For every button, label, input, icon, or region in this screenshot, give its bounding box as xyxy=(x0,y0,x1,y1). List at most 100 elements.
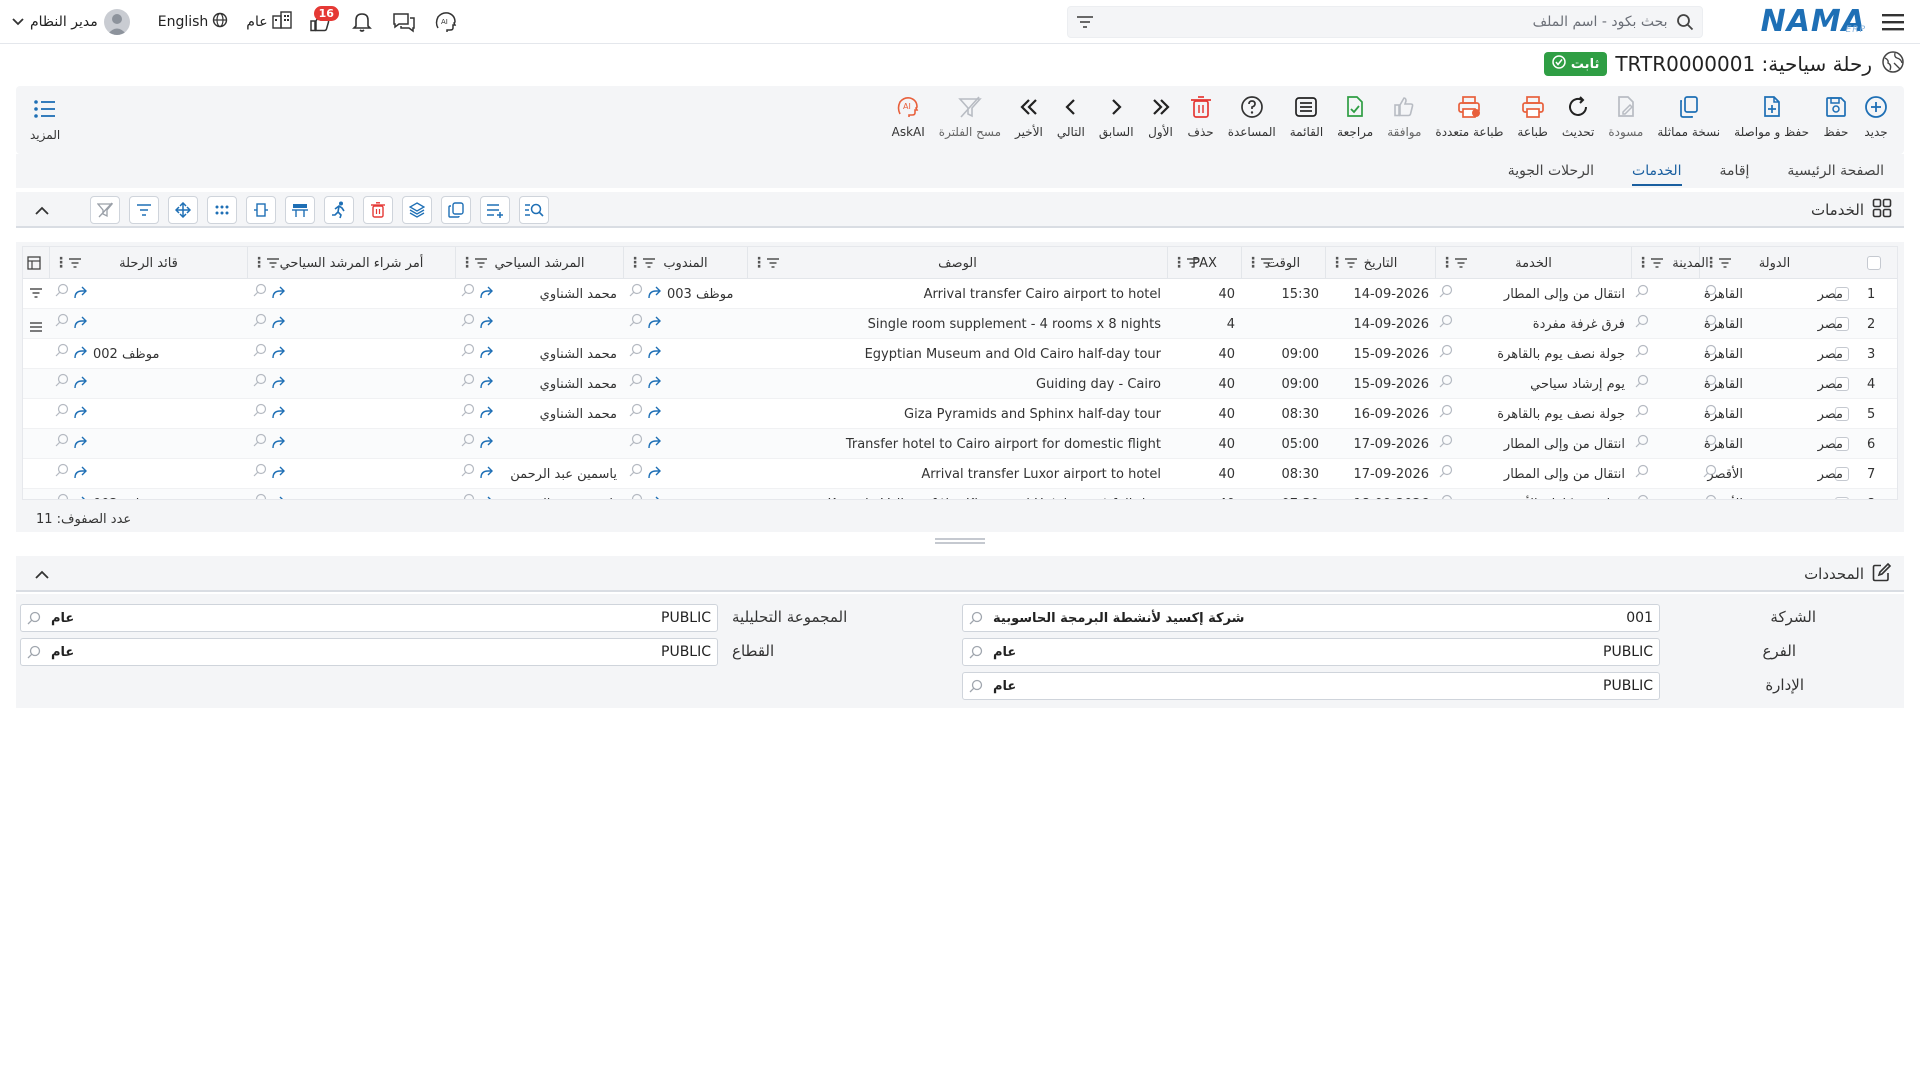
search-input[interactable] xyxy=(1101,14,1668,30)
panel-splitter[interactable] xyxy=(935,538,985,544)
open-link-icon[interactable] xyxy=(647,465,663,483)
open-link-icon[interactable] xyxy=(271,495,287,499)
chat-icon[interactable] xyxy=(390,8,418,36)
open-link-icon[interactable] xyxy=(479,495,495,499)
grid-filter-button[interactable] xyxy=(129,196,159,224)
lookup-icon[interactable] xyxy=(461,463,475,481)
column-filter-icon[interactable] xyxy=(68,257,247,273)
plus-circle-button[interactable]: جديد xyxy=(1856,94,1896,139)
column-filter-icon[interactable] xyxy=(266,257,455,273)
lookup-icon[interactable] xyxy=(461,313,475,331)
lookup-icon[interactable] xyxy=(55,463,69,481)
table-row[interactable]: 1 مصر القاهرة انتقال من وإلى المطار 14-09-20… xyxy=(23,279,1897,309)
col-description-cell[interactable]: Karnak, Valley of the Kings and Hatsheps… xyxy=(747,489,1167,500)
col-date-cell[interactable]: 17-09-2026 xyxy=(1325,459,1435,489)
column-menu-icon[interactable]: ⋮ xyxy=(1246,256,1260,270)
lookup-icon[interactable] xyxy=(1635,404,1649,422)
open-link-icon[interactable] xyxy=(647,375,663,393)
lookup-icon[interactable] xyxy=(629,283,643,301)
col-description-cell[interactable]: Arrival transfer Luxor airport to hotel xyxy=(747,459,1167,489)
lookup-icon[interactable] xyxy=(629,493,643,499)
lookup-icon[interactable] xyxy=(629,313,643,331)
dots-grid-button[interactable] xyxy=(207,196,237,224)
lookup-icon[interactable] xyxy=(1439,494,1453,499)
table-row[interactable]: 7 مصر الأقصر انتقال من وإلى المطار 17-09-202… xyxy=(23,459,1897,489)
print-button[interactable]: طباعة xyxy=(1510,94,1554,139)
select-all-checkbox[interactable] xyxy=(1867,256,1881,270)
open-link-icon[interactable] xyxy=(73,375,89,393)
col-time-cell[interactable]: 08:30 xyxy=(1241,399,1325,429)
table-row[interactable]: 4 مصر القاهرة يوم إرشاد سياحي 15-09-2026 09:0… xyxy=(23,369,1897,399)
col-service-cell[interactable]: انتقال من وإلى المطار xyxy=(1435,459,1631,489)
col-time-cell[interactable]: 08:30 xyxy=(1241,459,1325,489)
column-filter-icon[interactable] xyxy=(1186,257,1241,273)
lookup-icon[interactable] xyxy=(253,493,267,499)
lookup-icon[interactable] xyxy=(1439,374,1453,392)
thumbs-up-button[interactable]: موافقة xyxy=(1380,94,1428,139)
draft-button[interactable]: مسودة xyxy=(1601,94,1650,139)
col-date-header[interactable]: التاريخ ⋮ xyxy=(1325,247,1435,279)
lookup-icon[interactable] xyxy=(1635,464,1649,482)
lookup-icon[interactable] xyxy=(1439,344,1453,362)
side-menu-icon[interactable] xyxy=(29,321,43,337)
col-service-header[interactable]: الخدمة ⋮ xyxy=(1435,247,1631,279)
col-service-cell[interactable]: فرق غرفة مفردة xyxy=(1435,309,1631,339)
column-width-button[interactable] xyxy=(246,196,276,224)
col-description-header[interactable]: الوصف ⋮ xyxy=(747,247,1167,279)
lookup-icon[interactable] xyxy=(55,493,69,499)
col-service-cell[interactable]: يوم إرشاد سياحي xyxy=(1435,369,1631,399)
run-button[interactable] xyxy=(324,196,354,224)
column-filter-icon[interactable] xyxy=(474,257,623,273)
col-time-cell[interactable] xyxy=(1241,309,1325,339)
lookup-icon[interactable] xyxy=(1635,284,1649,302)
col-description-cell[interactable]: Guiding day - Cairo xyxy=(747,369,1167,399)
tab-home[interactable]: الصفحة الرئيسية xyxy=(1787,154,1884,188)
multi-print-button[interactable]: طباعة متعددة xyxy=(1428,94,1510,139)
lookup-icon[interactable] xyxy=(629,463,643,481)
lookup-icon[interactable] xyxy=(55,373,69,391)
next-button[interactable]: التالي xyxy=(1050,94,1092,139)
lookup-icon[interactable] xyxy=(461,283,475,301)
lookup-icon[interactable] xyxy=(1635,494,1649,499)
global-search[interactable] xyxy=(1066,6,1703,38)
column-menu-icon[interactable]: ⋮ xyxy=(1172,256,1186,270)
lookup-icon[interactable] xyxy=(461,343,475,361)
open-link-icon[interactable] xyxy=(271,285,287,303)
lookup-icon[interactable] xyxy=(461,373,475,391)
col-description-cell[interactable]: Egyptian Museum and Old Cairo half-day t… xyxy=(747,339,1167,369)
column-filter-icon[interactable] xyxy=(1260,257,1325,273)
col-time-cell[interactable]: 07:30 xyxy=(1241,489,1325,500)
lookup-icon[interactable] xyxy=(55,343,69,361)
lookup-icon[interactable] xyxy=(1635,314,1649,332)
col-trip-leader-header[interactable]: قائد الرحلة ⋮ xyxy=(49,247,247,279)
col-tour-guide-header[interactable]: المرشد السياحي ⋮ xyxy=(455,247,623,279)
open-link-icon[interactable] xyxy=(479,375,495,393)
grid-settings-icon[interactable] xyxy=(27,256,41,274)
tab-flights[interactable]: الرحلات الجوية xyxy=(1508,154,1594,188)
approvals-icon[interactable]: 16 xyxy=(306,6,339,36)
col-city-header[interactable]: المدينة ⋮ xyxy=(1631,247,1749,279)
col-date-cell[interactable]: 14-09-2026 xyxy=(1325,309,1435,339)
lookup-icon[interactable] xyxy=(629,433,643,451)
open-link-icon[interactable] xyxy=(479,345,495,363)
col-description-cell[interactable]: Arrival transfer Cairo airport to hotel xyxy=(747,279,1167,309)
open-link-icon[interactable] xyxy=(73,315,89,333)
col-time-cell[interactable]: 09:00 xyxy=(1241,339,1325,369)
open-link-icon[interactable] xyxy=(271,345,287,363)
column-menu-icon[interactable]: ⋮ xyxy=(752,256,766,270)
col-date-cell[interactable]: 15-09-2026 xyxy=(1325,339,1435,369)
clear-grid-filter-button[interactable] xyxy=(90,196,120,224)
open-link-icon[interactable] xyxy=(647,285,663,303)
col-description-cell[interactable]: Single room supplement - 4 rooms x 8 nig… xyxy=(747,309,1167,339)
open-link-icon[interactable] xyxy=(647,345,663,363)
bell-icon[interactable] xyxy=(348,8,376,36)
lookup-icon[interactable] xyxy=(55,283,69,301)
open-link-icon[interactable] xyxy=(479,435,495,453)
col-time-cell[interactable]: 05:00 xyxy=(1241,429,1325,459)
company-field[interactable]: 001 شركة إكسيد لأنشطة البرمجة الحاسوبية xyxy=(962,604,1660,632)
delete-row-button[interactable] xyxy=(363,196,393,224)
col-pax-cell[interactable]: 4 xyxy=(1167,309,1241,339)
open-link-icon[interactable] xyxy=(647,405,663,423)
lookup-icon[interactable] xyxy=(1439,434,1453,452)
clear-filter-button[interactable]: مسح الفلترة xyxy=(932,94,1008,139)
